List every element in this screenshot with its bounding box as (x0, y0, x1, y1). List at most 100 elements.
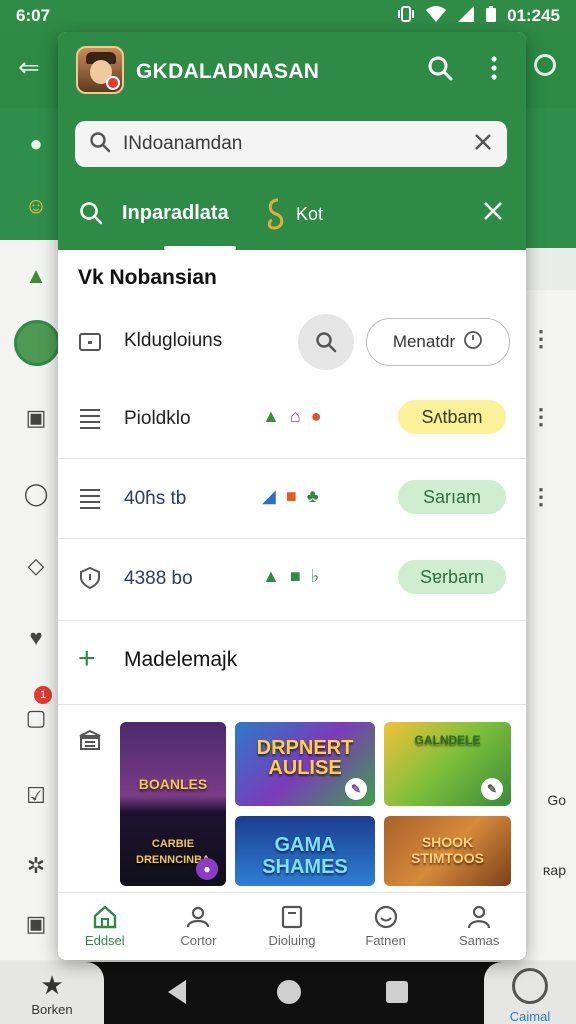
background-more-icon[interactable] (534, 54, 556, 76)
background-puzzle-icon[interactable]: ✲ (22, 852, 50, 880)
tent-icon: ▲ (262, 406, 280, 426)
tab-indicator (164, 246, 236, 250)
status-bar: 6:07 01:245 (0, 0, 576, 32)
status-pill[interactable]: Sarıam (398, 480, 506, 514)
person-icon (432, 903, 526, 931)
background-frame-icon[interactable]: ▣ (22, 910, 50, 938)
game-tile[interactable]: DRPNERT AULISE ✎ (235, 722, 375, 806)
clear-icon[interactable] (473, 132, 493, 157)
tab-samas[interactable]: Samas (432, 893, 526, 960)
background-overflow-icon[interactable]: ⋮ (530, 484, 552, 510)
star-icon: ★ (40, 970, 64, 1000)
tab-second[interactable]: Kot (296, 204, 323, 225)
list-item[interactable]: Pioldklo ▲ ⌂ ● Sʌtbam (58, 394, 526, 458)
tree-icon: ▲ (262, 566, 280, 586)
item-label: 40ɦs tb (124, 488, 187, 509)
filter-pill-button[interactable]: Menatdr (366, 318, 510, 366)
app-title: GKDALADNASAN (136, 60, 320, 83)
edit-icon: ✎ (481, 778, 503, 800)
background-bottom-right-tab[interactable]: Caimal (484, 962, 576, 1024)
background-bottom-left-label: Borken (31, 1002, 73, 1017)
wifi-icon (425, 5, 447, 28)
mountain-icon: ◢ (262, 486, 276, 506)
background-right-text: ʀap (542, 862, 566, 878)
battery-icon (485, 5, 497, 28)
check-box-icon: ■ (289, 566, 301, 586)
divider (58, 538, 526, 539)
profile-icon (512, 968, 548, 1004)
link-icon (264, 196, 292, 237)
search-icon[interactable] (78, 200, 104, 231)
background-right-column (524, 290, 576, 960)
list-icon (78, 486, 102, 515)
background-chat-icon[interactable]: ● (22, 130, 50, 158)
plus-icon[interactable]: + (78, 644, 96, 674)
nav-back-button[interactable] (168, 980, 186, 1004)
background-box-icon[interactable]: ▢ (22, 704, 50, 732)
search-input[interactable]: INdoanamdan (75, 121, 507, 167)
game-tile[interactable]: BOANLES CARBIE DRENNCINBA ● (120, 722, 226, 886)
status-time: 6:07 (16, 6, 51, 25)
game-tile[interactable]: SHOOK STIMTOOS (384, 816, 511, 886)
tab-cortor[interactable]: Cortor (152, 893, 246, 960)
background-overflow-icon[interactable]: ⋮ (530, 326, 552, 352)
add-item-label[interactable]: Madelemajk (124, 648, 237, 672)
status-pill[interactable]: Sɐrbarn (398, 560, 506, 594)
background-right-text: Go (547, 792, 566, 808)
list-item[interactable]: 4388 bo ▲ ■ ♭ Sɐrbarn (58, 554, 526, 618)
background-overflow-icon[interactable]: ⋮ (530, 404, 552, 430)
background-bottom-right-label: Caimal (509, 1009, 551, 1024)
bd-icon: ♭ (310, 566, 320, 586)
signal-icon (457, 5, 475, 28)
tab-fatnen-label: Fatnen (365, 933, 406, 948)
tab-samas-label: Samas (458, 933, 500, 948)
item-label: 4388 bo (124, 568, 193, 589)
game-title: GAMA SHAMES (262, 834, 348, 878)
status-pill[interactable]: Sʌtbam (398, 400, 506, 434)
background-check-icon[interactable]: ☑ (22, 782, 50, 810)
list-item[interactable]: 40ɦs tb ◢ ■ ♣ Sarıam (58, 474, 526, 538)
game-title: BOANLES (138, 776, 208, 792)
background-heart-icon[interactable]: ♥ (22, 624, 50, 652)
tab-dioluing[interactable]: Dioluing (245, 893, 339, 960)
tab-bar: Inparadlata Kot (58, 192, 526, 250)
game-title: DRPNERT AULISE (256, 737, 354, 779)
game-title: SHOOK STIMTOOS (411, 834, 484, 866)
vibrate-icon (397, 5, 415, 28)
background-square-icon[interactable]: ▣ (22, 404, 50, 432)
tab-active[interactable]: Inparadlata (122, 202, 229, 225)
background-emoji-icon[interactable]: ☺ (22, 192, 50, 220)
background-bottom-left-tab[interactable]: ★ Borken (0, 962, 104, 1024)
background-avatar[interactable] (14, 320, 60, 366)
search-button[interactable] (298, 314, 354, 370)
search-icon[interactable] (426, 54, 454, 87)
item-icons: ▲ ⌂ ● (262, 406, 322, 427)
tab-fatnen[interactable]: Fatnen (339, 893, 433, 960)
nav-recents-button[interactable] (386, 981, 408, 1003)
more-vert-icon[interactable] (484, 54, 504, 87)
tab-dioluing-label: Dioluing (268, 933, 316, 948)
list-icon (78, 406, 102, 435)
game-tile[interactable]: GAMA SHAMES (235, 816, 375, 886)
search-input-value: INdoanamdan (123, 133, 243, 154)
background-circle-icon[interactable]: ◯ (22, 480, 50, 508)
tab-cortor-label: Cortor (180, 933, 217, 948)
app-avatar[interactable] (76, 46, 124, 94)
nav-home-button[interactable] (277, 980, 301, 1004)
game-tile[interactable]: GALNDELE ✎ (384, 722, 511, 806)
close-icon[interactable] (482, 200, 504, 227)
background-back-icon[interactable]: ⇐ (18, 52, 40, 83)
video-icon: ■ (285, 486, 297, 506)
background-notification-badge: 1 (34, 686, 52, 704)
status-icons: 01:245 (397, 5, 560, 28)
tab-home-label: Eddsel (84, 933, 125, 948)
tab-home[interactable]: Eddsel (58, 893, 152, 960)
background-triangle-icon[interactable]: ▲ (22, 262, 50, 290)
sheet-header: GKDALADNASAN INdoanamdan Inparadlata Kot (58, 32, 526, 250)
row-label: Kldugloiuns (124, 330, 223, 351)
item-icons: ◢ ■ ♣ (262, 486, 319, 507)
divider (58, 620, 526, 621)
background-tag-icon[interactable]: ◇ (22, 552, 50, 580)
item-icons: ▲ ■ ♭ (262, 566, 319, 587)
gamepad-icon (152, 903, 246, 931)
